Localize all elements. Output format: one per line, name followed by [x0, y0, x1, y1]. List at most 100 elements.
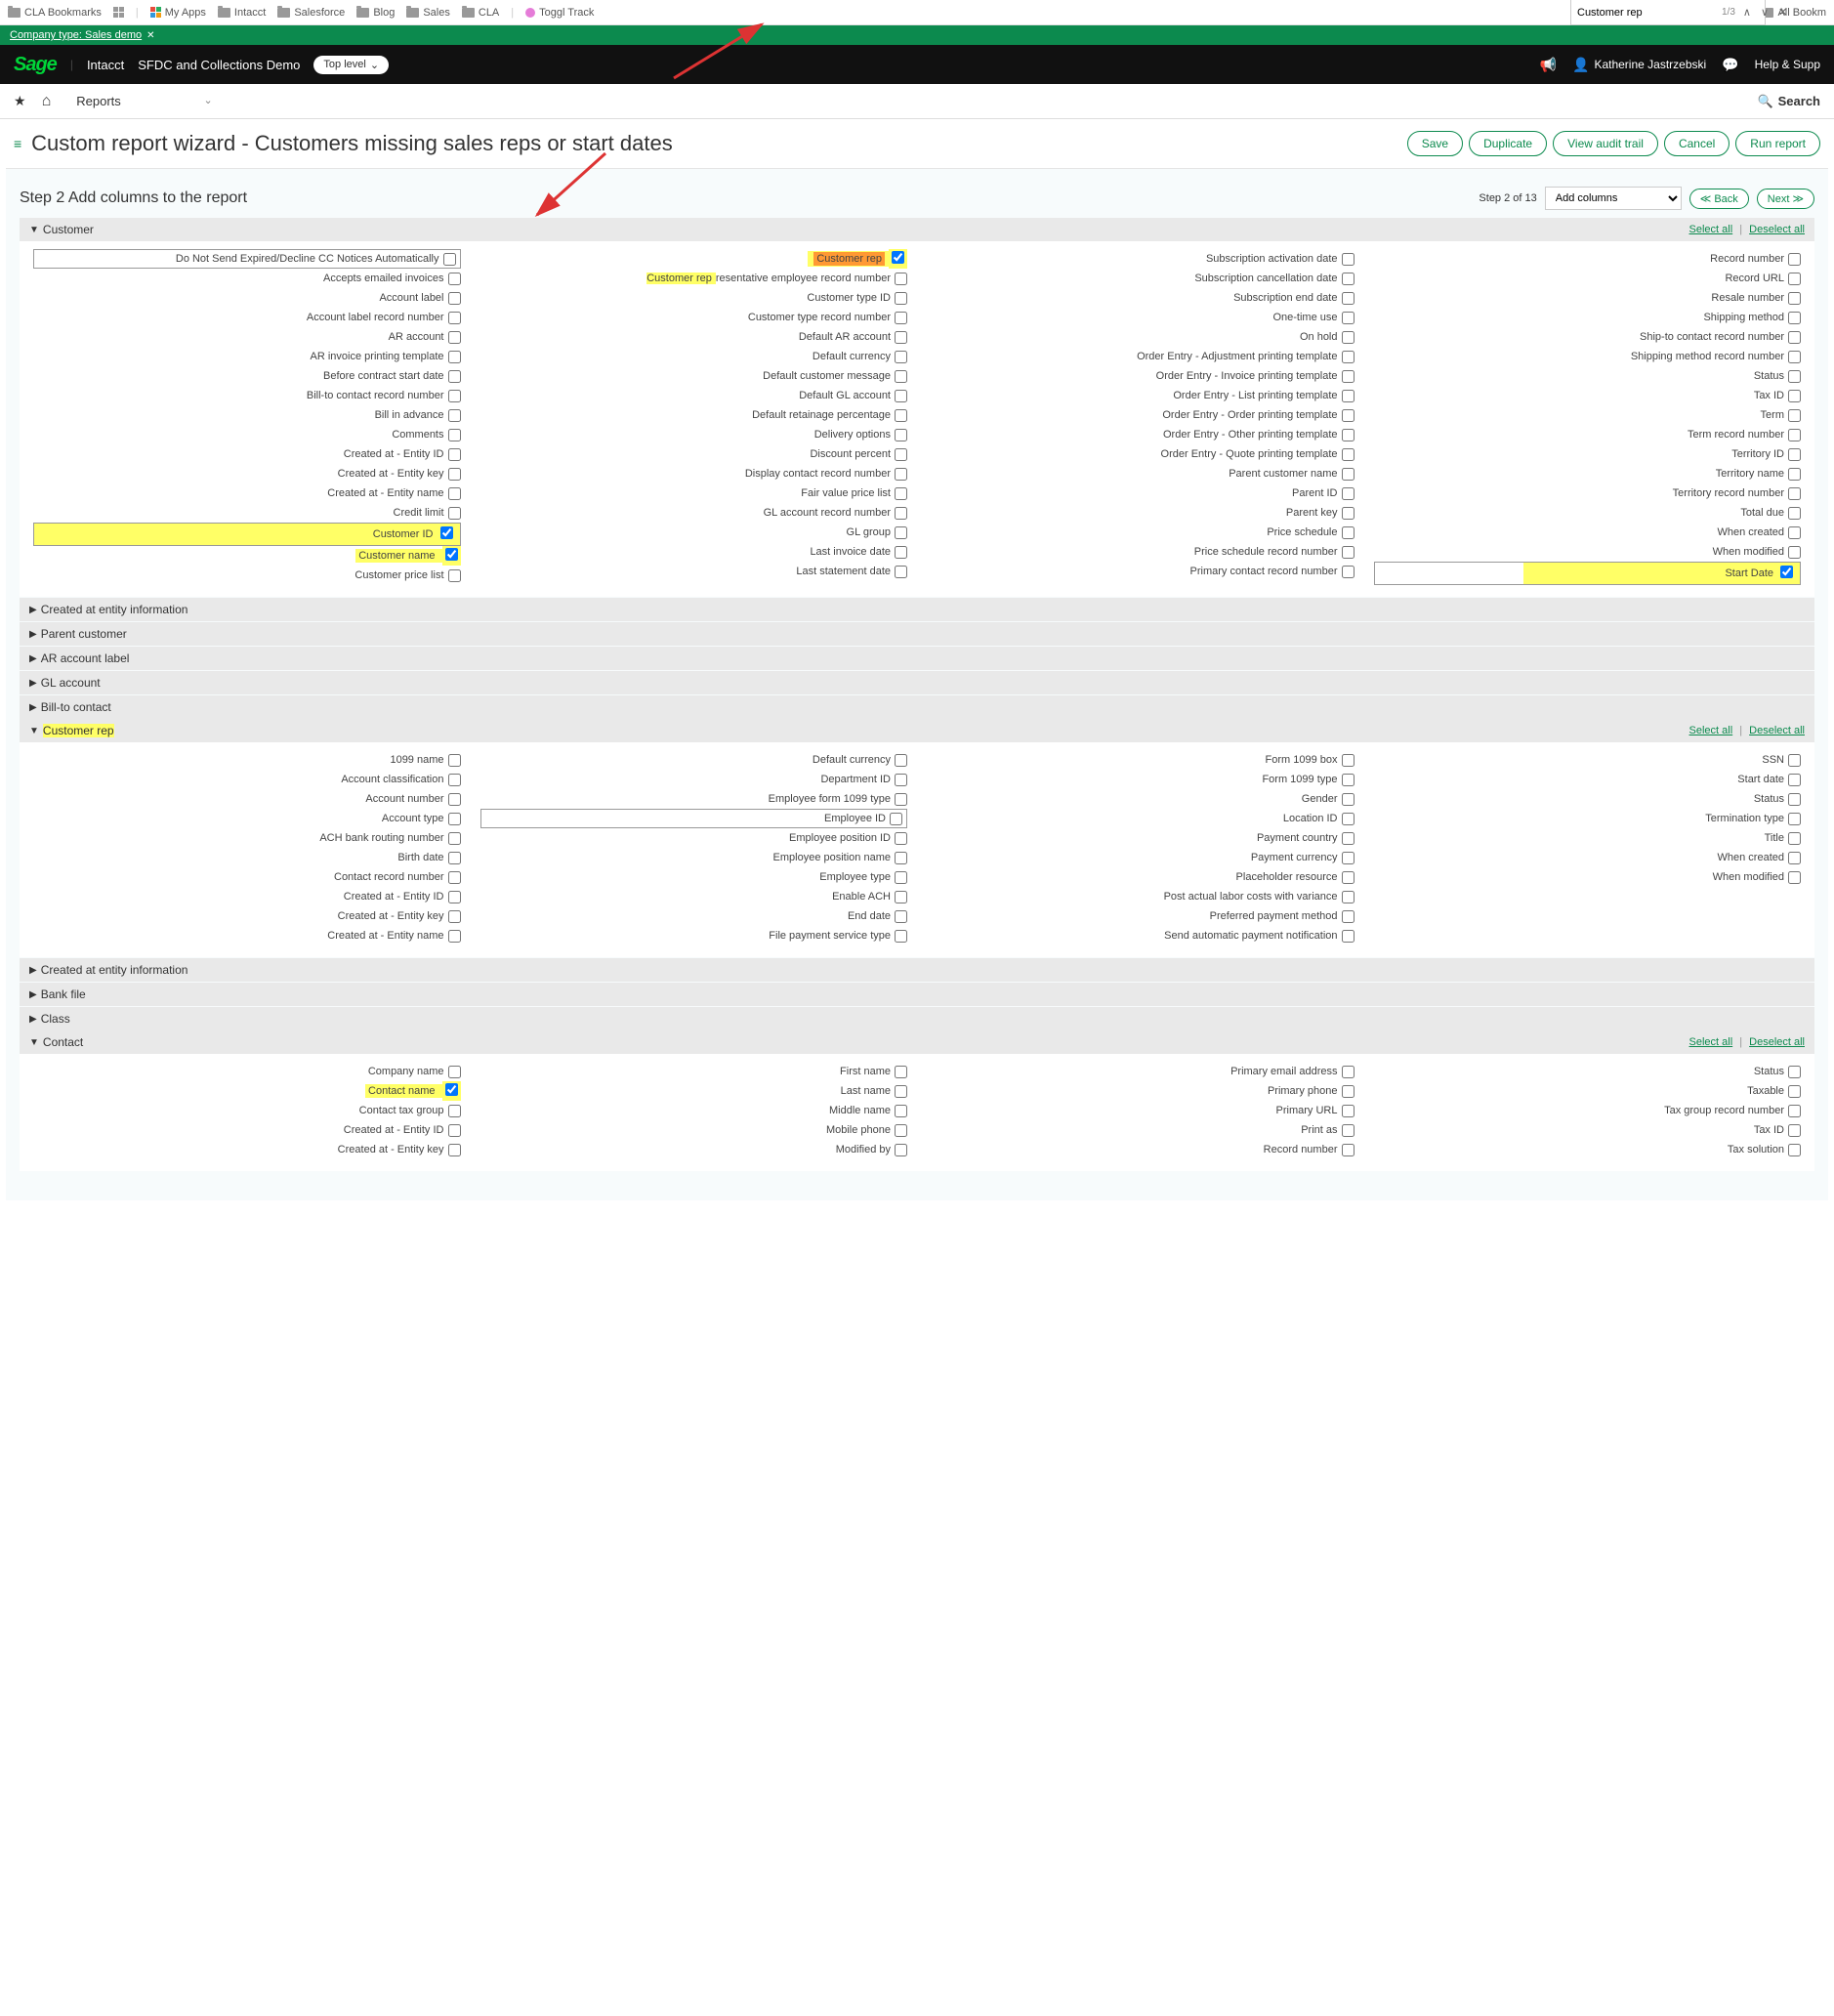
- field-checkbox[interactable]: [1342, 546, 1355, 559]
- field-checkbox[interactable]: [1342, 793, 1355, 806]
- select-all-link[interactable]: Select all: [1689, 224, 1733, 235]
- field-checkbox[interactable]: [1342, 852, 1355, 864]
- field-checkbox[interactable]: [895, 370, 907, 383]
- field-checkbox[interactable]: [1788, 1085, 1801, 1098]
- field-checkbox[interactable]: [1342, 774, 1355, 786]
- field-checkbox[interactable]: [895, 566, 907, 578]
- bookmark-toggl[interactable]: Toggl Track: [525, 7, 594, 19]
- field-checkbox[interactable]: [448, 1144, 461, 1156]
- field-checkbox[interactable]: [448, 312, 461, 324]
- field-checkbox[interactable]: [448, 1124, 461, 1137]
- step-select[interactable]: Add columns: [1545, 187, 1682, 210]
- field-checkbox[interactable]: [1788, 754, 1801, 767]
- help-link[interactable]: Help & Supp: [1755, 58, 1820, 71]
- field-checkbox[interactable]: [1788, 351, 1801, 363]
- view-audit-trail-button[interactable]: View audit trail: [1553, 131, 1658, 156]
- field-checkbox[interactable]: [895, 1124, 907, 1137]
- field-checkbox[interactable]: [1788, 526, 1801, 539]
- field-checkbox[interactable]: [895, 292, 907, 305]
- field-checkbox[interactable]: [892, 251, 904, 264]
- field-checkbox[interactable]: [1342, 487, 1355, 500]
- field-checkbox[interactable]: [448, 793, 461, 806]
- field-checkbox[interactable]: [1342, 754, 1355, 767]
- select-all-link[interactable]: Select all: [1689, 1036, 1733, 1048]
- field-checkbox[interactable]: [1788, 331, 1801, 344]
- field-checkbox[interactable]: [448, 569, 461, 582]
- field-checkbox[interactable]: [1342, 930, 1355, 943]
- field-checkbox[interactable]: [1788, 487, 1801, 500]
- field-checkbox[interactable]: [448, 507, 461, 520]
- field-checkbox[interactable]: [1342, 813, 1355, 825]
- field-checkbox[interactable]: [895, 526, 907, 539]
- field-checkbox[interactable]: [1788, 390, 1801, 402]
- bookmark-salesforce[interactable]: Salesforce: [277, 7, 345, 19]
- field-checkbox[interactable]: [1788, 871, 1801, 884]
- deselect-all-link[interactable]: Deselect all: [1749, 725, 1805, 736]
- field-checkbox[interactable]: [1342, 409, 1355, 422]
- user-menu[interactable]: 👤Katherine Jastrzebski: [1572, 57, 1706, 73]
- field-checkbox[interactable]: [1788, 448, 1801, 461]
- section-collapsed-header[interactable]: ▶Bill-to contact: [20, 695, 1814, 719]
- section-customer-rep-header[interactable]: ▼ Customer rep Select all | Deselect all: [20, 719, 1814, 742]
- field-checkbox[interactable]: [895, 331, 907, 344]
- save-button[interactable]: Save: [1407, 131, 1463, 156]
- field-checkbox[interactable]: [1788, 429, 1801, 441]
- section-collapsed-header[interactable]: ▶AR account label: [20, 647, 1814, 670]
- field-checkbox[interactable]: [895, 312, 907, 324]
- field-checkbox[interactable]: [895, 448, 907, 461]
- field-checkbox[interactable]: [895, 832, 907, 845]
- field-checkbox[interactable]: [895, 1105, 907, 1117]
- field-checkbox[interactable]: [448, 370, 461, 383]
- field-checkbox[interactable]: [448, 871, 461, 884]
- field-checkbox[interactable]: [448, 813, 461, 825]
- bookmark-intacct[interactable]: Intacct: [218, 7, 266, 19]
- section-collapsed-header[interactable]: ▶Created at entity information: [20, 598, 1814, 621]
- field-checkbox[interactable]: [895, 351, 907, 363]
- bookmark-blog[interactable]: Blog: [356, 7, 395, 19]
- back-button[interactable]: ≪ Back: [1689, 189, 1749, 209]
- field-checkbox[interactable]: [1788, 832, 1801, 845]
- field-checkbox[interactable]: [448, 390, 461, 402]
- bookmark-cla2[interactable]: CLA: [462, 7, 499, 19]
- section-customer-header[interactable]: ▼ Customer Select all | Deselect all: [20, 218, 1814, 241]
- field-checkbox[interactable]: [1788, 852, 1801, 864]
- field-checkbox[interactable]: [1342, 526, 1355, 539]
- field-checkbox[interactable]: [448, 1105, 461, 1117]
- field-checkbox[interactable]: [1342, 253, 1355, 266]
- find-next-icon[interactable]: ∨: [1759, 6, 1771, 19]
- section-collapsed-header[interactable]: ▶Class: [20, 1007, 1814, 1030]
- field-checkbox[interactable]: [895, 930, 907, 943]
- deselect-all-link[interactable]: Deselect all: [1749, 224, 1805, 235]
- field-checkbox[interactable]: [448, 1066, 461, 1078]
- section-collapsed-header[interactable]: ▶Bank file: [20, 983, 1814, 1006]
- entity-picker[interactable]: Top level⌄: [313, 56, 389, 74]
- field-checkbox[interactable]: [448, 754, 461, 767]
- bookmark-sales[interactable]: Sales: [406, 7, 450, 19]
- field-checkbox[interactable]: [448, 429, 461, 441]
- field-checkbox[interactable]: [448, 910, 461, 923]
- field-checkbox[interactable]: [1780, 566, 1793, 578]
- field-checkbox[interactable]: [1788, 793, 1801, 806]
- field-checkbox[interactable]: [895, 468, 907, 481]
- field-checkbox[interactable]: [1342, 871, 1355, 884]
- field-checkbox[interactable]: [1342, 507, 1355, 520]
- field-checkbox[interactable]: [1788, 1066, 1801, 1078]
- field-checkbox[interactable]: [1788, 507, 1801, 520]
- field-checkbox[interactable]: [448, 409, 461, 422]
- field-checkbox[interactable]: [895, 891, 907, 903]
- field-checkbox[interactable]: [1342, 331, 1355, 344]
- find-input[interactable]: [1577, 7, 1716, 19]
- search-button[interactable]: 🔍Search: [1757, 94, 1820, 109]
- duplicate-button[interactable]: Duplicate: [1469, 131, 1547, 156]
- list-toggle-icon[interactable]: ≡: [14, 136, 21, 151]
- field-checkbox[interactable]: [1342, 292, 1355, 305]
- field-checkbox[interactable]: [1342, 1144, 1355, 1156]
- field-checkbox[interactable]: [1342, 891, 1355, 903]
- chat-icon[interactable]: 💬: [1722, 57, 1738, 73]
- field-checkbox[interactable]: [448, 930, 461, 943]
- field-checkbox[interactable]: [1788, 370, 1801, 383]
- field-checkbox[interactable]: [1342, 468, 1355, 481]
- field-checkbox[interactable]: [1788, 1105, 1801, 1117]
- field-checkbox[interactable]: [1788, 546, 1801, 559]
- field-checkbox[interactable]: [1788, 409, 1801, 422]
